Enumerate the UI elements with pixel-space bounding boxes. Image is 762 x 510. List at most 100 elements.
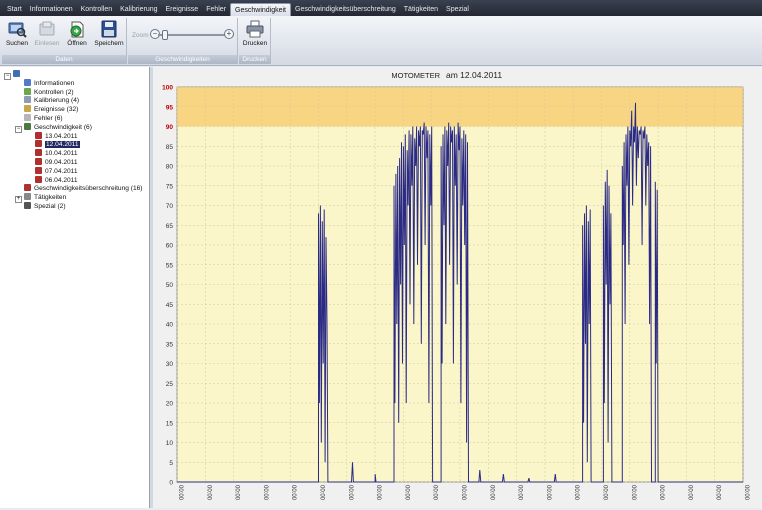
tab-fehler[interactable]: Fehler (202, 3, 230, 16)
tree-item[interactable]: − Geschwindigkeit (6) (4, 122, 149, 133)
info-icon (24, 78, 31, 86)
tree-item-label: 12.04.2011 (45, 141, 80, 149)
y-tick-label: 80 (166, 164, 174, 171)
tab-tätigkeiten[interactable]: Tätigkeiten (400, 3, 442, 16)
y-tick-label: 15 (166, 420, 174, 427)
tree-item-label: Ereignisse (32) (34, 106, 79, 114)
tree-item[interactable]: Informationen (4, 78, 149, 88)
tree-item[interactable]: Ereignisse (32) (4, 105, 149, 114)
print-label: Drucken (242, 40, 268, 47)
control-icon (24, 87, 31, 95)
speed-icon (24, 122, 31, 130)
tree-item[interactable]: 07.04.2011 (4, 166, 149, 176)
error-icon (24, 113, 31, 121)
ribbon: Suchen Einlesen Öffnen Speichern Daten Z… (0, 16, 762, 66)
tab-geschwindigkeitsüberschreitung[interactable]: Geschwindigkeitsüberschreitung (291, 3, 400, 16)
chart-doc-icon (35, 175, 42, 183)
zoom-slider[interactable] (158, 30, 234, 40)
group-geschwindigkeiten: Zoom − + Geschwindigkeiten (128, 18, 238, 64)
import-label: Einlesen (34, 40, 60, 47)
x-tick-label: 00:00 (686, 485, 692, 501)
x-tick-label: 00:00 (234, 485, 240, 501)
x-tick-label: 00:00 (743, 485, 749, 501)
zoom-slider-knob[interactable] (162, 30, 168, 40)
tree-item[interactable]: Fehler (6) (4, 113, 149, 123)
tree-item[interactable]: Spezial (2) (4, 201, 149, 211)
tree-item[interactable]: Kontrollen (2) (4, 87, 149, 97)
search-icon (8, 22, 27, 38)
y-tick-label: 85 (166, 144, 174, 151)
y-tick-label: 65 (166, 223, 174, 230)
navigation-tree: − Informationen Kontrollen (2) Kalibrierung… (4, 70, 149, 211)
search-label: Suchen (5, 40, 29, 47)
print-button[interactable]: Drucken (242, 20, 268, 47)
group-drucken: Drucken Drucken (239, 18, 271, 64)
x-tick-label: 00:00 (460, 485, 466, 501)
group-caption-daten: Daten (2, 55, 126, 64)
save-icon (101, 20, 117, 38)
y-tick-label: 45 (166, 302, 174, 309)
tree-item[interactable]: Kalibrierung (4) (4, 96, 149, 105)
x-tick-label: 00:00 (319, 485, 325, 501)
tab-ereignisse[interactable]: Ereignisse (162, 3, 203, 16)
chart-doc-icon (35, 149, 42, 157)
tab-kontrollen[interactable]: Kontrollen (77, 3, 117, 16)
tree-item-label: Tätigkeiten (34, 194, 67, 202)
chart-doc-icon (35, 166, 42, 174)
tab-geschwindigkeit[interactable]: Geschwindigkeit (230, 3, 291, 16)
computer-icon (13, 70, 20, 77)
tree-item[interactable]: 06.04.2011 (4, 175, 149, 185)
x-tick-label: 00:00 (488, 485, 494, 501)
tab-start[interactable]: Start (3, 3, 26, 16)
tree-item-label: Fehler (6) (34, 114, 63, 122)
tree-item[interactable]: 13.04.2011 (4, 131, 149, 141)
open-label: Öffnen (67, 40, 87, 47)
x-tick-label: 00:00 (403, 485, 409, 501)
printer-icon (246, 20, 264, 38)
y-tick-label: 90 (166, 124, 174, 131)
y-tick-label: 70 (166, 203, 174, 210)
menu-bar: Start Informationen Kontrollen Kalibrierung… (0, 0, 762, 16)
group-caption-drucken: Drucken (239, 55, 270, 64)
tree-item-label: 13.04.2011 (45, 132, 78, 140)
x-tick-label: 00:00 (262, 485, 268, 501)
import-icon (39, 21, 55, 36)
open-button[interactable]: Öffnen (64, 20, 90, 47)
tree-item-label: Geschwindigkeitsüberschreitung (16) (34, 185, 143, 193)
tab-spezial[interactable]: Spezial (442, 3, 473, 16)
y-tick-label: 10 (166, 440, 174, 447)
zoom-label: Zoom (132, 32, 149, 39)
x-tick-label: 00:00 (602, 485, 608, 501)
tree-item[interactable]: − (4, 70, 149, 80)
y-tick-label: 35 (166, 341, 174, 348)
tree-item[interactable]: Geschwindigkeitsüberschreitung (16) (4, 184, 149, 193)
y-tick-label: 40 (166, 322, 174, 329)
tree-item-label: 06.04.2011 (45, 176, 78, 184)
navigation-tree-panel: − Informationen Kontrollen (2) Kalibrierung… (0, 67, 150, 508)
zoom-in-button[interactable]: + (224, 29, 234, 39)
x-tick-label: 00:00 (432, 485, 438, 501)
tree-item[interactable]: + Tätigkeiten (4, 193, 149, 204)
y-tick-label: 25 (166, 381, 174, 388)
chart-title: MOTOMETER (391, 71, 440, 80)
x-tick-label: 00:00 (375, 485, 381, 501)
search-button[interactable]: Suchen (4, 20, 30, 47)
tree-item[interactable]: 12.04.2011 (4, 140, 149, 149)
y-tick-label: 95 (166, 104, 174, 111)
x-tick-label: 00:00 (573, 485, 579, 501)
tree-item-label: Informationen (34, 79, 75, 87)
overspeed-icon (24, 184, 31, 192)
tree-item[interactable]: 10.04.2011 (4, 149, 149, 158)
tree-item-label: Kalibrierung (4) (34, 97, 80, 105)
tree-item-label: Spezial (2) (34, 202, 66, 210)
x-tick-label: 00:00 (658, 485, 664, 501)
tree-item[interactable]: 09.04.2011 (4, 157, 149, 167)
tree-item-label: 07.04.2011 (45, 167, 78, 175)
tab-informationen[interactable]: Informationen (26, 3, 77, 16)
import-button[interactable]: Einlesen (34, 20, 60, 47)
chart-doc-icon (35, 131, 42, 139)
chart-subtitle: am 12.04.2011 (446, 70, 502, 80)
tab-kalibrierung[interactable]: Kalibrierung (116, 3, 161, 16)
special-icon (24, 201, 31, 209)
save-button[interactable]: Speichern (94, 20, 124, 47)
